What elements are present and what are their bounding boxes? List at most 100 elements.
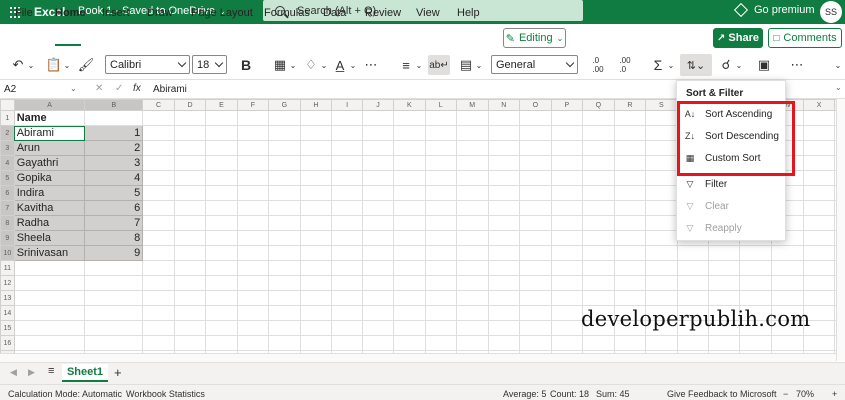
cell-p14[interactable]	[550, 305, 584, 321]
cell-m1[interactable]	[455, 110, 489, 126]
cell-k10[interactable]	[393, 245, 426, 261]
tab-formulas[interactable]: Formulas	[264, 7, 310, 19]
borders-icon[interactable]: ▦	[272, 57, 288, 73]
cell-w11[interactable]	[770, 260, 804, 276]
cell-v13[interactable]	[739, 290, 772, 306]
cell-p12[interactable]	[550, 275, 584, 291]
cell-l8[interactable]	[424, 215, 457, 231]
cell-s1[interactable]	[645, 110, 678, 126]
align-icon[interactable]: ≡	[398, 57, 414, 73]
row-header-2[interactable]: 2	[0, 125, 15, 141]
font-color-icon[interactable]: A	[332, 57, 348, 73]
cell-q10[interactable]	[582, 245, 615, 261]
cell-k8[interactable]	[393, 215, 426, 231]
cell-e1[interactable]	[205, 110, 238, 126]
cell-e7[interactable]	[205, 200, 238, 216]
cell-d8[interactable]	[173, 215, 207, 231]
cell-s5[interactable]	[645, 170, 678, 186]
cell-r11[interactable]	[613, 260, 647, 276]
cell-l10[interactable]	[424, 245, 457, 261]
cell-t13[interactable]	[676, 290, 709, 306]
cell-e3[interactable]	[205, 140, 238, 156]
cell-u10[interactable]	[707, 245, 741, 261]
tab-view[interactable]: View	[416, 7, 440, 19]
cell-j1[interactable]	[361, 110, 395, 126]
cell-l6[interactable]	[424, 185, 457, 201]
chevron-down-icon[interactable]: ⌄	[348, 57, 358, 73]
cell-p13[interactable]	[550, 290, 584, 306]
column-header-o[interactable]: O	[519, 99, 552, 111]
cell-o2[interactable]	[519, 125, 552, 141]
row-header-9[interactable]: 9	[0, 230, 15, 246]
column-header-p[interactable]: P	[550, 99, 584, 111]
cell-e5[interactable]	[205, 170, 238, 186]
cell-o6[interactable]	[519, 185, 552, 201]
cell-f2[interactable]	[236, 125, 270, 141]
cell-d15[interactable]	[173, 320, 207, 336]
cell-f11[interactable]	[236, 260, 270, 276]
cell-b3[interactable]: 2	[84, 140, 144, 156]
column-header-i[interactable]: I	[331, 99, 363, 111]
chevron-down-icon[interactable]: ⌄	[666, 57, 676, 73]
cell-t12[interactable]	[676, 275, 709, 291]
cell-h1[interactable]	[299, 110, 333, 126]
cell-o16[interactable]	[519, 335, 552, 351]
cell-p9[interactable]	[550, 230, 584, 246]
cell-s12[interactable]	[645, 275, 678, 291]
cell-h14[interactable]	[299, 305, 333, 321]
column-header-r[interactable]: R	[613, 99, 647, 111]
cell-p2[interactable]	[550, 125, 584, 141]
cell-x8[interactable]	[802, 215, 836, 231]
calculation-mode[interactable]: Calculation Mode: Automatic	[8, 389, 122, 399]
cell-n1[interactable]	[487, 110, 521, 126]
cell-c15[interactable]	[142, 320, 175, 336]
cell-o8[interactable]	[519, 215, 552, 231]
cell-d5[interactable]	[173, 170, 207, 186]
cell-r3[interactable]	[613, 140, 647, 156]
cell-g3[interactable]	[268, 140, 301, 156]
cell-l16[interactable]	[424, 335, 457, 351]
tab-home[interactable]: Home	[55, 7, 86, 19]
cell-a13[interactable]	[13, 290, 86, 306]
cell-p7[interactable]	[550, 200, 584, 216]
cell-i14[interactable]	[331, 305, 363, 321]
cell-w12[interactable]	[770, 275, 804, 291]
bold-button[interactable]: B	[238, 57, 254, 73]
cell-q9[interactable]	[582, 230, 615, 246]
cell-o7[interactable]	[519, 200, 552, 216]
cell-j13[interactable]	[361, 290, 395, 306]
cell-g14[interactable]	[268, 305, 301, 321]
share-button[interactable]: ↗ Share	[713, 28, 763, 48]
cell-a9[interactable]: Sheela	[13, 230, 86, 246]
cell-f16[interactable]	[236, 335, 270, 351]
cell-j6[interactable]	[361, 185, 395, 201]
cell-p5[interactable]	[550, 170, 584, 186]
cell-k9[interactable]	[393, 230, 426, 246]
chevron-down-icon[interactable]: ⌄	[62, 57, 72, 73]
find-icon[interactable]: ☌	[718, 57, 734, 73]
cell-n5[interactable]	[487, 170, 521, 186]
cell-q2[interactable]	[582, 125, 615, 141]
cell-j14[interactable]	[361, 305, 395, 321]
cell-f4[interactable]	[236, 155, 270, 171]
cell-f3[interactable]	[236, 140, 270, 156]
cell-x9[interactable]	[802, 230, 836, 246]
column-header-k[interactable]: K	[393, 99, 426, 111]
cell-f7[interactable]	[236, 200, 270, 216]
cell-p4[interactable]	[550, 155, 584, 171]
row-header-7[interactable]: 7	[0, 200, 15, 216]
cell-o3[interactable]	[519, 140, 552, 156]
cell-g13[interactable]	[268, 290, 301, 306]
cell-k3[interactable]	[393, 140, 426, 156]
column-header-h[interactable]: H	[299, 99, 333, 111]
cell-b5[interactable]: 4	[84, 170, 144, 186]
cell-e2[interactable]	[205, 125, 238, 141]
increase-decimal-icon[interactable]: .0.00	[590, 56, 606, 74]
cell-i4[interactable]	[331, 155, 363, 171]
cell-u13[interactable]	[707, 290, 741, 306]
cell-b11[interactable]	[84, 260, 144, 276]
cell-d16[interactable]	[173, 335, 207, 351]
cell-g7[interactable]	[268, 200, 301, 216]
cell-g1[interactable]	[268, 110, 301, 126]
name-box[interactable]: A2	[4, 84, 16, 95]
